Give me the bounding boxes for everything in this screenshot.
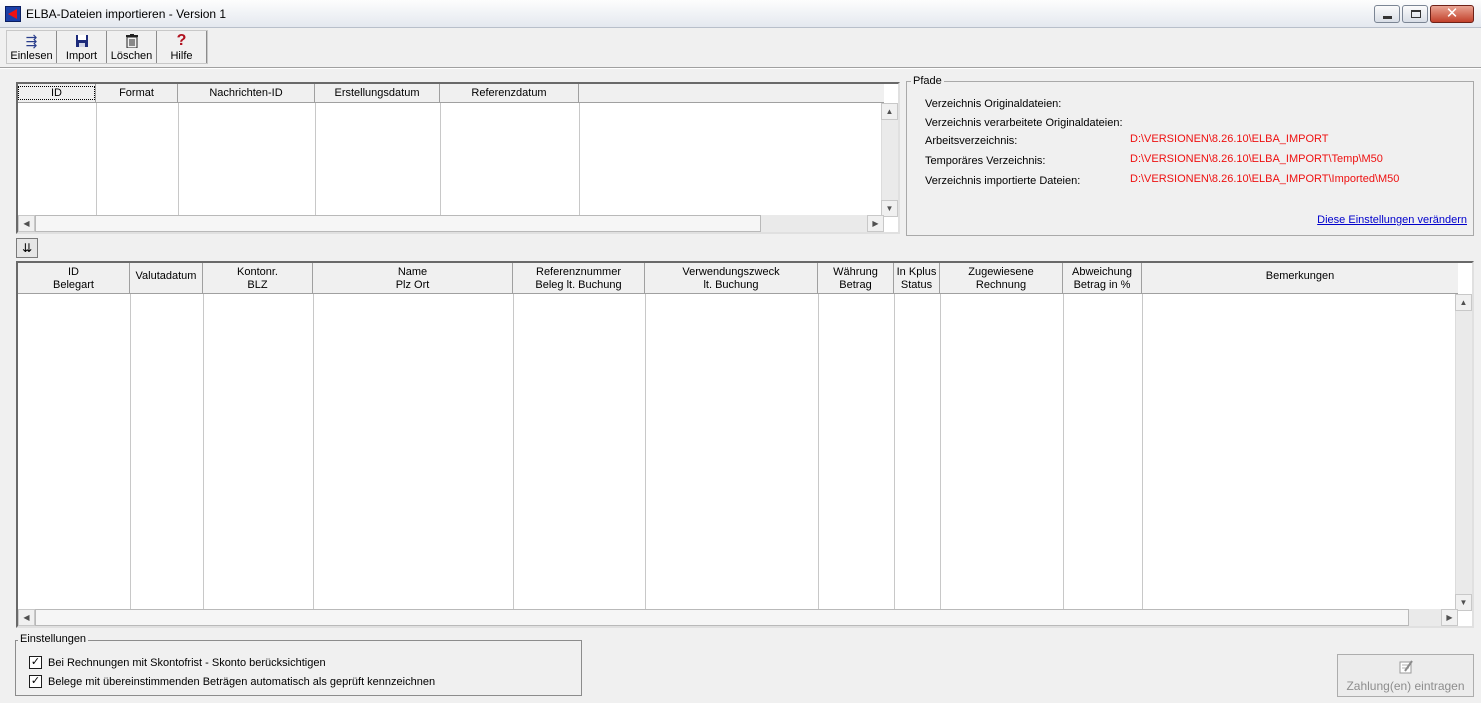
maximize-button[interactable] bbox=[1402, 5, 1428, 23]
einstellungen-group: Einstellungen ✓ Bei Rechnungen mit Skont… bbox=[15, 633, 582, 696]
skonto-option[interactable]: ✓ Bei Rechnungen mit Skontofrist - Skont… bbox=[29, 656, 326, 669]
col-header-format[interactable]: Format bbox=[96, 84, 178, 103]
col-header-id-belegart[interactable]: ID Belegart bbox=[18, 263, 130, 294]
column-divider bbox=[513, 294, 514, 611]
col-header-in-kplus-status[interactable]: In Kplus Status bbox=[894, 263, 940, 294]
pfade-legend: Pfade bbox=[911, 75, 944, 87]
einlesen-button[interactable]: ⇶ Einlesen bbox=[7, 31, 57, 63]
column-divider bbox=[1142, 294, 1143, 611]
trash-icon bbox=[107, 32, 156, 50]
scroll-left-icon[interactable]: ◀ bbox=[18, 609, 35, 626]
col-header-referenzdatum[interactable]: Referenzdatum bbox=[440, 84, 579, 103]
path-label: Verzeichnis Originaldateien: bbox=[925, 98, 1062, 110]
help-question-icon: ? bbox=[176, 32, 187, 49]
scroll-up-icon[interactable]: ▲ bbox=[881, 103, 898, 120]
close-icon: ✕ bbox=[1445, 5, 1459, 22]
path-label: Arbeitsverzeichnis: bbox=[925, 135, 1018, 147]
column-divider bbox=[315, 103, 316, 217]
col-header-id[interactable]: ID bbox=[18, 84, 96, 103]
import-button[interactable]: Import bbox=[57, 31, 107, 63]
minimize-button[interactable] bbox=[1374, 5, 1400, 23]
path-label: Verzeichnis importierte Dateien: bbox=[925, 175, 1081, 187]
scroll-up-icon[interactable]: ▲ bbox=[1455, 294, 1472, 311]
horizontal-scrollbar[interactable]: ◀ ▶ bbox=[18, 215, 884, 232]
col-header-zugewiesene-rechnung[interactable]: Zugewiesene Rechnung bbox=[940, 263, 1063, 294]
column-divider bbox=[645, 294, 646, 611]
column-divider bbox=[1063, 294, 1064, 611]
skonto-checkbox[interactable]: ✓ bbox=[29, 656, 42, 669]
col-header-name-plz-ort[interactable]: Name Plz Ort bbox=[313, 263, 513, 294]
column-divider bbox=[440, 103, 441, 217]
window-title: ELBA-Dateien importieren - Version 1 bbox=[26, 7, 227, 21]
column-divider bbox=[894, 294, 895, 611]
col-header-abweichung[interactable]: Abweichung Betrag in % bbox=[1063, 263, 1142, 294]
double-chevron-down-icon: ⇊ bbox=[21, 241, 33, 255]
col-header-empty bbox=[579, 84, 884, 103]
column-divider bbox=[579, 103, 580, 217]
change-settings-link[interactable]: Diese Einstellungen verändern bbox=[1317, 214, 1467, 226]
col-header-valutadatum[interactable]: Valutadatum bbox=[130, 263, 203, 294]
col-header-verwendungszweck[interactable]: Verwendungszweck lt. Buchung bbox=[645, 263, 818, 294]
path-value: D:\VERSIONEN\8.26.10\ELBA_IMPORT\Temp\M5… bbox=[1130, 153, 1383, 165]
title-bar: ELBA-Dateien importieren - Version 1 ✕ bbox=[0, 0, 1481, 28]
column-divider bbox=[940, 294, 941, 611]
bookings-grid[interactable]: ID Belegart Valutadatum Kontonr. BLZ Name P… bbox=[16, 261, 1474, 628]
column-divider bbox=[178, 103, 179, 217]
edit-document-icon bbox=[1338, 659, 1473, 679]
path-label: Verzeichnis verarbeitete Originaldateien… bbox=[925, 117, 1123, 129]
scroll-thumb[interactable] bbox=[35, 215, 761, 232]
auto-check-checkbox[interactable]: ✓ bbox=[29, 675, 42, 688]
scroll-left-icon[interactable]: ◀ bbox=[18, 215, 35, 232]
col-header-waehrung-betrag[interactable]: Währung Betrag bbox=[818, 263, 894, 294]
maximize-icon bbox=[1411, 10, 1421, 18]
column-divider bbox=[96, 103, 97, 217]
hilfe-button[interactable]: ? Hilfe bbox=[157, 31, 207, 63]
horizontal-scrollbar[interactable]: ◀ ▶ bbox=[18, 609, 1458, 626]
minimize-icon bbox=[1383, 16, 1392, 19]
vertical-scrollbar[interactable]: ▲ ▼ bbox=[881, 103, 898, 217]
col-header-bemerkungen[interactable]: Bemerkungen bbox=[1142, 263, 1458, 294]
scroll-right-icon[interactable]: ▶ bbox=[867, 215, 884, 232]
column-divider bbox=[130, 294, 131, 611]
column-divider bbox=[818, 294, 819, 611]
app-logo-icon bbox=[5, 6, 21, 22]
path-value: D:\VERSIONEN\8.26.10\ELBA_IMPORT\Importe… bbox=[1130, 173, 1400, 185]
loeschen-button[interactable]: Löschen bbox=[107, 31, 157, 63]
col-header-nachrichten-id[interactable]: Nachrichten-ID bbox=[178, 84, 315, 103]
col-header-referenznummer[interactable]: Referenznummer Beleg lt. Buchung bbox=[513, 263, 645, 294]
scroll-right-icon[interactable]: ▶ bbox=[1441, 609, 1458, 626]
toolbar: ⇶ Einlesen Import Löschen ? Hilfe bbox=[6, 30, 208, 64]
pfade-group: Pfade Verzeichnis Originaldateien: Verze… bbox=[906, 75, 1474, 236]
read-in-icon: ⇶ bbox=[25, 33, 38, 49]
column-divider bbox=[203, 294, 204, 611]
toolbar-divider bbox=[0, 67, 1481, 69]
files-grid[interactable]: ID Format Nachrichten-ID Erstellungsdatu… bbox=[16, 82, 900, 234]
col-header-erstellungsdatum[interactable]: Erstellungsdatum bbox=[315, 84, 440, 103]
zahlung-eintragen-button[interactable]: Zahlung(en) eintragen bbox=[1337, 654, 1474, 697]
window-controls: ✕ bbox=[1374, 5, 1474, 23]
close-button[interactable]: ✕ bbox=[1430, 5, 1474, 23]
path-label: Temporäres Verzeichnis: bbox=[925, 155, 1046, 167]
col-header-kontonr-blz[interactable]: Kontonr. BLZ bbox=[203, 263, 313, 294]
scroll-thumb[interactable] bbox=[35, 609, 1409, 626]
einstellungen-legend: Einstellungen bbox=[18, 633, 89, 645]
save-disk-icon bbox=[57, 32, 106, 50]
expand-button[interactable]: ⇊ bbox=[16, 238, 38, 258]
auto-check-option[interactable]: ✓ Belege mit übereinstimmenden Beträgen … bbox=[29, 675, 435, 688]
path-value: D:\VERSIONEN\8.26.10\ELBA_IMPORT bbox=[1130, 133, 1329, 145]
column-divider bbox=[313, 294, 314, 611]
vertical-scrollbar[interactable]: ▲ ▼ bbox=[1455, 294, 1472, 611]
